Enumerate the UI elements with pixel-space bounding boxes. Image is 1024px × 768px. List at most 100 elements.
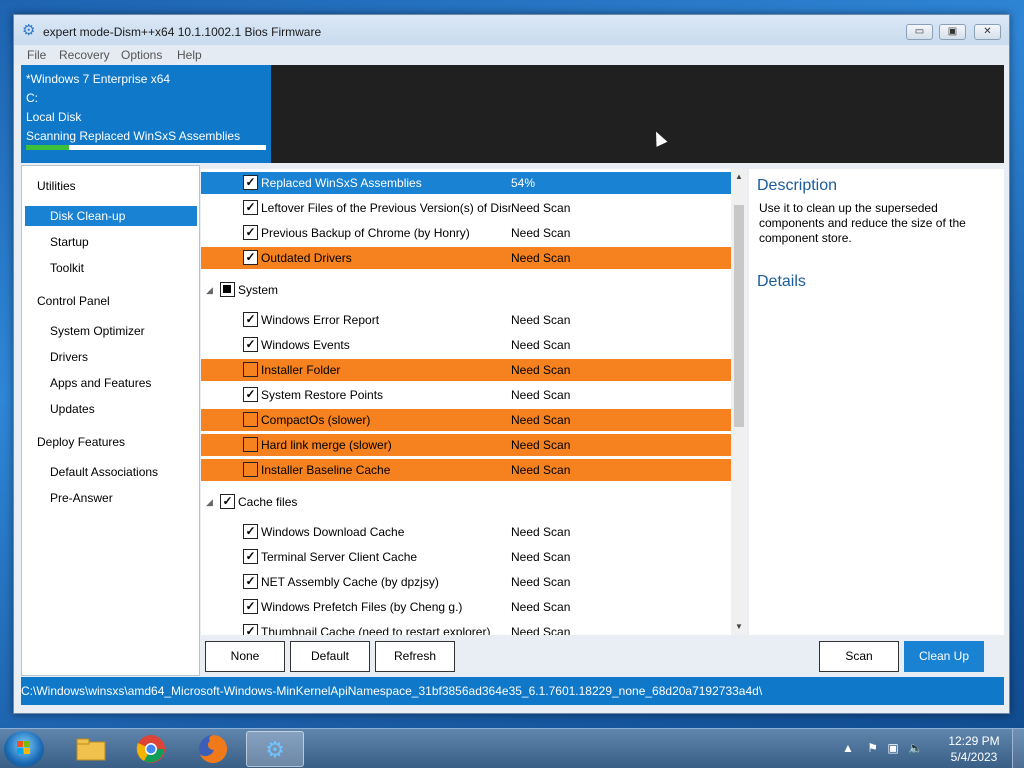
cleanup-row[interactable]: ✓ System Restore Points Need Scan [201, 384, 731, 406]
menu-recovery[interactable]: Recovery [59, 48, 110, 62]
cleanup-row[interactable]: ✓ Windows Download Cache Need Scan [201, 521, 731, 543]
sidebar-item-system-optimizer[interactable]: System Optimizer [25, 321, 197, 341]
scan-button[interactable]: Scan [819, 641, 899, 672]
group-row[interactable]: ◢ ✓ Cache files [201, 490, 731, 514]
sidebar-item-default-associations[interactable]: Default Associations [25, 462, 197, 482]
task-label: Scanning Replaced WinSxS Assemblies [26, 129, 241, 143]
row-checkbox[interactable]: ✓ [243, 524, 258, 539]
row-checkbox[interactable]: ✓ [243, 387, 258, 402]
cleanup-row[interactable]: ✓ Windows Events Need Scan [201, 334, 731, 356]
cleanup-row[interactable]: ✓ Windows Error Report Need Scan [201, 309, 731, 331]
row-checkbox[interactable]: ✓ [243, 599, 258, 614]
description-title: Description [757, 177, 838, 194]
sidebar-item-pre-answer[interactable]: Pre-Answer [25, 488, 197, 508]
expand-collapse-icon[interactable]: ◢ [206, 278, 213, 302]
title-bar[interactable]: ⚙ expert mode-Dism++x64 10.1.1002.1 Bios… [14, 15, 1009, 45]
sidebar-item-updates[interactable]: Updates [25, 399, 197, 419]
cleanup-row[interactable]: Hard link merge (slower) Need Scan [201, 434, 731, 456]
minimize-button[interactable]: ▭ [906, 24, 933, 40]
os-label: *Windows 7 Enterprise x64 [26, 72, 171, 86]
group-checkbox[interactable]: ✓ [220, 494, 235, 509]
cleanup-row[interactable]: ✓ Thumbnail Cache (need to restart explor… [201, 621, 731, 635]
row-checkbox[interactable]: ✓ [243, 225, 258, 240]
sidebar-group-deploy-features: Deploy Features [37, 435, 126, 449]
scan-progress-fill [26, 145, 70, 150]
cleanup-row[interactable]: Installer Folder Need Scan [201, 359, 731, 381]
menu-options[interactable]: Options [121, 48, 162, 62]
sidebar-group-control-panel: Control Panel [37, 294, 110, 308]
cleanup-row[interactable]: CompactOs (slower) Need Scan [201, 409, 731, 431]
row-checkbox[interactable]: ✓ [243, 549, 258, 564]
row-label: Thumbnail Cache (need to restart explore… [261, 625, 491, 635]
menu-file[interactable]: File [27, 48, 46, 62]
dism-app-icon[interactable]: ⚙ [246, 731, 304, 767]
group-checkbox[interactable] [220, 282, 235, 297]
scan-progress-bar [26, 145, 266, 150]
clock[interactable]: 12:29 PM 5/4/2023 [946, 733, 1002, 765]
network-icon[interactable]: ▣ [887, 741, 898, 755]
file-explorer-icon[interactable] [62, 731, 120, 767]
row-label: Windows Download Cache [261, 525, 405, 539]
row-status: Need Scan [511, 413, 571, 427]
action-center-icon[interactable]: ⚑ [867, 741, 878, 755]
cleanup-row[interactable]: ✓ Replaced WinSxS Assemblies 54% [201, 172, 731, 194]
row-label: Installer Folder [261, 363, 341, 377]
row-label: Installer Baseline Cache [261, 463, 391, 477]
row-checkbox[interactable]: ✓ [243, 624, 258, 635]
row-status: Need Scan [511, 438, 571, 452]
start-button[interactable] [4, 731, 44, 767]
sidebar-item-disk-clean-up[interactable]: Disk Clean-up [25, 206, 197, 226]
none-button[interactable]: None [205, 641, 285, 672]
windows-logo-icon [17, 741, 30, 754]
cleanup-row[interactable]: ✓ Terminal Server Client Cache Need Scan [201, 546, 731, 568]
row-status: Need Scan [511, 338, 571, 352]
show-desktop-button[interactable] [1012, 729, 1024, 768]
expand-collapse-icon[interactable]: ◢ [206, 490, 213, 514]
menu-help[interactable]: Help [177, 48, 202, 62]
row-checkbox[interactable]: ✓ [243, 200, 258, 215]
cleanup-row[interactable]: ✓ Outdated Drivers Need Scan [201, 247, 731, 269]
cleanup-row[interactable]: ✓ Leftover Files of the Previous Version(… [201, 197, 731, 219]
tray-expand-icon[interactable]: ▲ [842, 741, 854, 755]
row-checkbox[interactable] [243, 362, 258, 377]
sidebar-item-toolkit[interactable]: Toolkit [25, 258, 197, 278]
close-button[interactable]: ✕ [974, 24, 1001, 40]
refresh-button[interactable]: Refresh [375, 641, 455, 672]
system-tray[interactable]: ▲ ⚑ ▣ 🔈 [842, 741, 923, 755]
cleanup-row[interactable]: ✓ Windows Prefetch Files (by Cheng g.) Nee… [201, 596, 731, 618]
group-row[interactable]: ◢ System [201, 278, 731, 302]
scroll-down-icon[interactable]: ▼ [731, 619, 747, 635]
volume-icon[interactable]: 🔈 [908, 741, 923, 755]
list-scrollbar[interactable]: ▲ ▼ [731, 169, 747, 635]
sidebar-item-startup[interactable]: Startup [25, 232, 197, 252]
scroll-up-icon[interactable]: ▲ [731, 169, 747, 185]
row-status: Need Scan [511, 313, 571, 327]
row-checkbox[interactable]: ✓ [243, 312, 258, 327]
chrome-icon[interactable] [122, 731, 180, 767]
row-status: Need Scan [511, 388, 571, 402]
sidebar-item-apps-and-features[interactable]: Apps and Features [25, 373, 197, 393]
row-checkbox[interactable] [243, 437, 258, 452]
cleanup-row[interactable]: ✓ Previous Backup of Chrome (by Honry) Nee… [201, 222, 731, 244]
row-checkbox[interactable]: ✓ [243, 337, 258, 352]
row-status: Need Scan [511, 363, 571, 377]
row-checkbox[interactable] [243, 462, 258, 477]
session-info-panel: *Windows 7 Enterprise x64 C: Local Disk … [21, 65, 271, 163]
cleanup-row[interactable]: Installer Baseline Cache Need Scan [201, 459, 731, 481]
default-button[interactable]: Default [290, 641, 370, 672]
clean-up-button[interactable]: Clean Up [904, 641, 984, 672]
scroll-thumb[interactable] [734, 205, 744, 427]
sidebar-item-drivers[interactable]: Drivers [25, 347, 197, 367]
row-status: Need Scan [511, 251, 571, 265]
row-checkbox[interactable] [243, 412, 258, 427]
group-label: Cache files [238, 495, 298, 509]
row-checkbox[interactable]: ✓ [243, 250, 258, 265]
maximize-button[interactable]: ▣ [939, 24, 966, 40]
firefox-icon[interactable] [184, 731, 242, 767]
row-status: Need Scan [511, 625, 571, 635]
row-label: Leftover Files of the Previous Version(s… [261, 201, 511, 215]
row-checkbox[interactable]: ✓ [243, 574, 258, 589]
row-checkbox[interactable]: ✓ [243, 175, 258, 190]
header-dark-area [271, 65, 1004, 163]
cleanup-row[interactable]: ✓ NET Assembly Cache (by dpzjsy) Need Scan [201, 571, 731, 593]
